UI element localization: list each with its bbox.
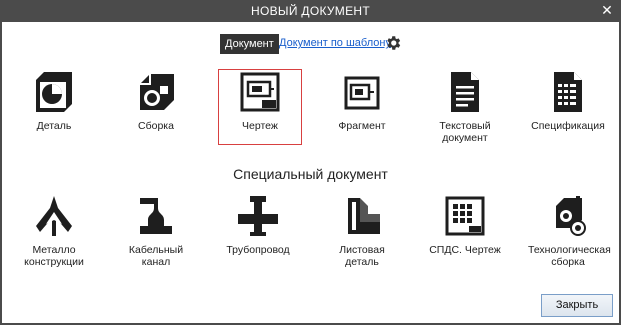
special-item-pipeline[interactable]: Трубопровод <box>218 194 298 256</box>
assembly-icon <box>140 74 174 110</box>
special-item-label: Листовая деталь <box>339 244 385 268</box>
doc-item-drawing[interactable]: Чертеж <box>218 69 302 145</box>
special-item-label: Металло конструкции <box>24 244 84 268</box>
dialog-body: Документ Документ по шаблону Деталь Сбор… <box>2 22 619 323</box>
drawing-icon <box>240 72 280 112</box>
doc-item-label: Спецификация <box>531 120 605 132</box>
fragment-icon <box>344 76 380 110</box>
doc-item-text-document[interactable]: Текстовый документ <box>425 70 505 144</box>
special-item-label: Кабельный канал <box>128 244 184 268</box>
special-item-label: СПДС. Чертеж <box>429 244 501 256</box>
close-button[interactable]: Закрыть <box>541 294 613 317</box>
pipeline-icon <box>238 196 278 236</box>
gear-icon[interactable] <box>384 34 402 52</box>
doc-item-assembly[interactable]: Сборка <box>116 70 196 132</box>
doc-item-label: Чертеж <box>242 120 278 132</box>
special-item-sheet-metal[interactable]: Листовая деталь <box>322 194 402 268</box>
tab-document[interactable]: Документ <box>220 34 279 54</box>
part-icon <box>36 72 72 112</box>
technological-assembly-icon <box>556 196 586 236</box>
text-document-icon <box>451 72 479 112</box>
special-item-cable-channel[interactable]: Кабельный канал <box>116 194 196 268</box>
dialog-title: НОВЫЙ ДОКУМЕНТ <box>251 4 370 18</box>
doc-item-label: Фрагмент <box>338 120 386 132</box>
title-bar: НОВЫЙ ДОКУМЕНТ ✕ <box>0 0 621 22</box>
special-item-technological-assembly[interactable]: Технологическая сборка <box>528 194 611 268</box>
special-item-metal-structures[interactable]: Металло конструкции <box>14 194 94 268</box>
special-item-label: Трубопровод <box>226 244 290 256</box>
special-section-title: Специальный документ <box>233 166 388 182</box>
sheet-metal-icon <box>348 198 380 234</box>
doc-item-label: Деталь <box>36 120 72 132</box>
cable-channel-icon <box>140 198 172 234</box>
doc-item-label: Сборка <box>138 120 174 132</box>
close-icon[interactable]: ✕ <box>599 2 615 19</box>
new-document-dialog: НОВЫЙ ДОКУМЕНТ ✕ Документ Документ по ша… <box>0 0 621 325</box>
special-item-label: Технологическая сборка <box>528 244 611 268</box>
special-item-spds-drawing[interactable]: СПДС. Чертеж <box>425 194 505 256</box>
tab-document-by-template[interactable]: Документ по шаблону <box>279 37 391 49</box>
doc-item-part[interactable]: Деталь <box>14 70 94 132</box>
metal-structures-icon <box>36 196 72 236</box>
spds-drawing-icon <box>445 196 485 236</box>
specification-icon <box>554 72 582 112</box>
doc-item-specification[interactable]: Спецификация <box>528 70 608 132</box>
doc-item-fragment[interactable]: Фрагмент <box>322 70 402 132</box>
doc-item-label: Текстовый документ <box>439 120 491 144</box>
